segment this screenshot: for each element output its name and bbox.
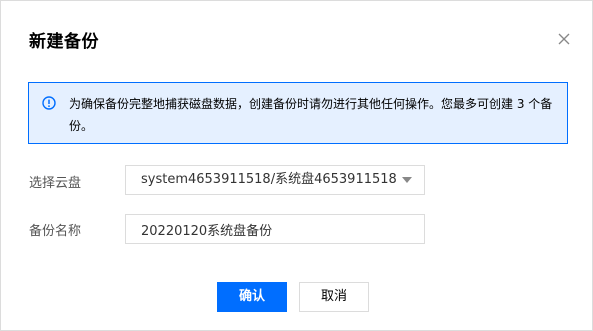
- new-backup-dialog: 新建备份 为确保备份完整地捕获磁盘数据，创建备份时请勿进行其他任何操作。您最多可…: [0, 0, 593, 331]
- info-alert: 为确保备份完整地捕获磁盘数据，创建备份时请勿进行其他任何操作。您最多可创建 3 …: [28, 82, 568, 144]
- confirm-button[interactable]: 确认: [217, 282, 287, 312]
- backup-name-label: 备份名称: [29, 224, 82, 239]
- backup-name-input[interactable]: [125, 214, 425, 244]
- close-icon[interactable]: [556, 31, 572, 47]
- cloud-disk-selected-value: system4653911518/系统盘4653911518: [141, 172, 397, 187]
- info-circle-icon: [42, 95, 56, 110]
- cloud-disk-select[interactable]: system4653911518/系统盘4653911518: [125, 165, 425, 195]
- dialog-title: 新建备份: [29, 32, 99, 52]
- cloud-disk-label: 选择云盘: [29, 176, 82, 191]
- caret-down-icon: [402, 177, 412, 183]
- cancel-button[interactable]: 取消: [299, 282, 369, 312]
- alert-text: 为确保备份完整地捕获磁盘数据，创建备份时请勿进行其他任何操作。您最多可创建 3 …: [69, 97, 553, 133]
